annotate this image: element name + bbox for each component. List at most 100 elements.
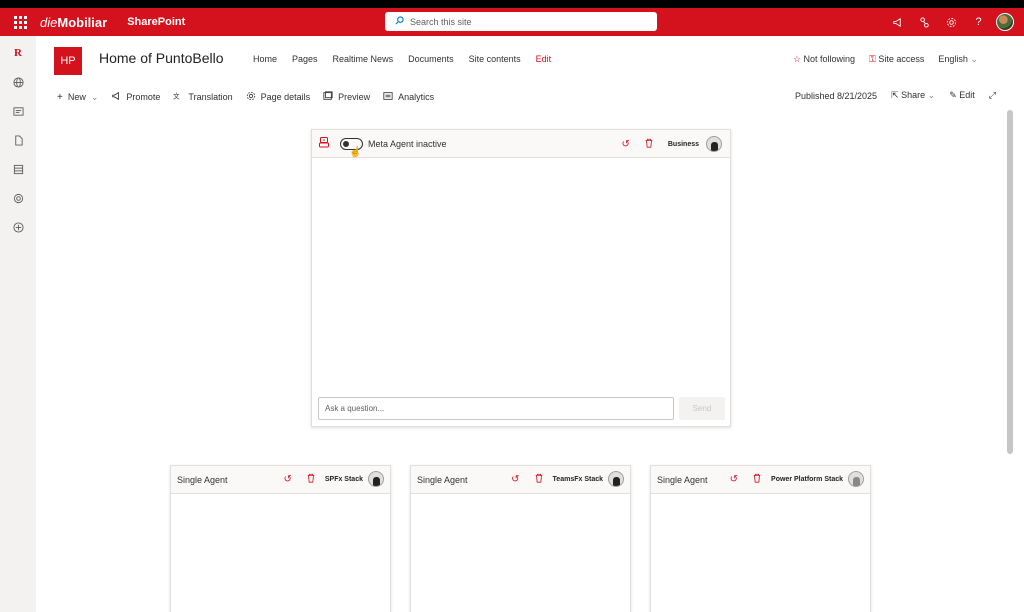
document-icon[interactable] [8,131,28,149]
page-scrollbar[interactable] [1006,110,1014,610]
ask-question-input[interactable]: Ask a question... [318,397,674,420]
sharepoint-link[interactable]: SharePoint [127,16,185,28]
single-agent-panel-spfx: Single Agent ↺ SPFx Stack [170,465,391,612]
question-input-row: Ask a question... Send [318,397,725,420]
language-selector[interactable]: English ⌄ [938,54,978,65]
reset-icon[interactable]: ↺ [621,139,629,150]
top-black-strip [0,0,1024,8]
pencil-icon: ✎ [949,90,957,100]
edit-label: Edit [959,90,975,100]
copilot-icon[interactable] [8,189,28,207]
search-box[interactable]: Search this site [385,12,657,31]
page-details-label: Page details [260,92,311,102]
reset-icon[interactable]: ↺ [511,474,519,485]
agent-avatar [608,471,624,487]
analytics-label: Analytics [398,92,435,102]
agent-avatar [368,471,384,487]
brand-logo[interactable]: dieMobiliar [40,15,107,30]
nav-pages[interactable]: Pages [292,54,318,64]
language-label: English [938,54,968,64]
preview-button[interactable]: Preview [323,90,371,104]
agent-panel-header: Single Agent ↺ Power Platform Stack [651,466,870,494]
trash-icon[interactable] [644,138,654,151]
chevron-down-icon: ⌄ [927,90,936,100]
nav-site-contents[interactable]: Site contents [469,54,521,64]
reset-icon[interactable]: ↺ [283,474,291,485]
expand-icon[interactable]: ⤢ [989,90,996,101]
promote-button[interactable]: Promote [111,91,160,104]
app-launcher-icon[interactable] [0,8,40,36]
translation-label: Translation [188,92,233,102]
agent-avatar [706,136,722,152]
nav-realtime-news[interactable]: Realtime News [333,54,394,64]
help-icon[interactable]: ? [965,8,992,36]
meta-agent-header: ☝ Meta Agent inactive ↺ Business [312,130,730,158]
lists-icon[interactable] [8,160,28,178]
trash-icon[interactable] [534,473,544,486]
user-avatar[interactable] [996,13,1014,31]
plus-icon: + [57,91,63,103]
trash-icon[interactable] [306,473,316,486]
site-logo[interactable]: HP [54,47,82,75]
top-navigation: Home Pages Realtime News Documents Site … [253,54,551,64]
header-actions: ☆ Not following ⚿ Site access English ⌄ [793,54,978,65]
nav-home[interactable]: Home [253,54,277,64]
nav-documents[interactable]: Documents [408,54,454,64]
agent-stack-label: SPFx Stack [324,475,363,483]
news-icon[interactable] [8,102,28,120]
nav-edit[interactable]: Edit [536,54,552,64]
single-agent-panel-power-platform: Single Agent ↺ Power Platform Stack [650,465,871,612]
preview-icon [323,90,333,104]
translation-button[interactable]: 文 Translation [173,91,232,104]
agent-panel-title: Single Agent [417,474,468,485]
follow-label: Not following [803,54,855,64]
reset-icon[interactable]: ↺ [730,474,738,485]
analytics-button[interactable]: Analytics [383,91,434,104]
new-button[interactable]: + New ⌄ [57,92,98,103]
suite-bar: dieMobiliar SharePoint Search this site … [0,8,1024,36]
agent-panel-title: Single Agent [657,474,708,485]
new-label: New [67,92,86,102]
search-icon [395,16,404,27]
chevron-down-icon: ⌄ [90,91,99,102]
scroll-thumb[interactable] [1007,110,1013,454]
agent-panel-header: Single Agent ↺ TeamsFx Stack [411,466,630,494]
analytics-icon [383,91,393,104]
megaphone-icon[interactable] [884,8,911,36]
meta-agent-toggle-label: Meta Agent inactive [368,138,447,149]
trash-icon[interactable] [752,473,762,486]
create-plus-icon[interactable] [8,218,28,236]
share-network-icon[interactable] [911,8,938,36]
share-button[interactable]: ⇱ Share ⌄ [891,90,935,101]
settings-gear-icon [246,91,256,104]
globe-icon[interactable] [8,73,28,91]
hand-cursor-icon: ☝ [349,147,362,158]
single-agent-panel-teamsfx: Single Agent ↺ TeamsFx Stack [410,465,631,612]
settings-gear-icon[interactable] [938,8,965,36]
search-placeholder: Search this site [410,16,472,27]
site-header: HP Home of PuntoBello Home Pages Realtim… [36,36,1006,82]
preview-label: Preview [338,92,371,102]
command-bar: + New ⌄ Promote 文 Translation Page details … [36,86,1006,108]
follow-button[interactable]: ☆ Not following [793,54,855,65]
agent-avatar [848,471,864,487]
command-bar-right: Published 8/21/2025 ⇱ Share ⌄ ✎ Edit ⤢ [795,90,996,101]
suite-icons: ? [884,8,1014,36]
agent-panel-header: Single Agent ↺ SPFx Stack [171,466,390,494]
share-label: Share [901,90,926,100]
agent-robot-icon [318,136,330,151]
meta-agent-panel: ☝ Meta Agent inactive ↺ Business Ask a q… [311,129,731,427]
agent-panel-title: Single Agent [177,474,228,485]
site-access-label: Site access [878,54,925,64]
site-title[interactable]: Home of PuntoBello [99,50,224,66]
svg-text:文: 文 [173,91,180,100]
published-status: Published 8/21/2025 [794,90,878,101]
chevron-down-icon: ⌄ [970,54,978,64]
left-app-bar: R [0,36,36,612]
home-site-icon[interactable]: R [8,44,28,62]
send-button[interactable]: Send [679,397,725,420]
promote-megaphone-icon [111,91,121,104]
page-details-button[interactable]: Page details [246,91,311,104]
edit-button[interactable]: ✎ Edit [949,90,975,101]
site-access-button[interactable]: ⚿ Site access [869,54,924,65]
